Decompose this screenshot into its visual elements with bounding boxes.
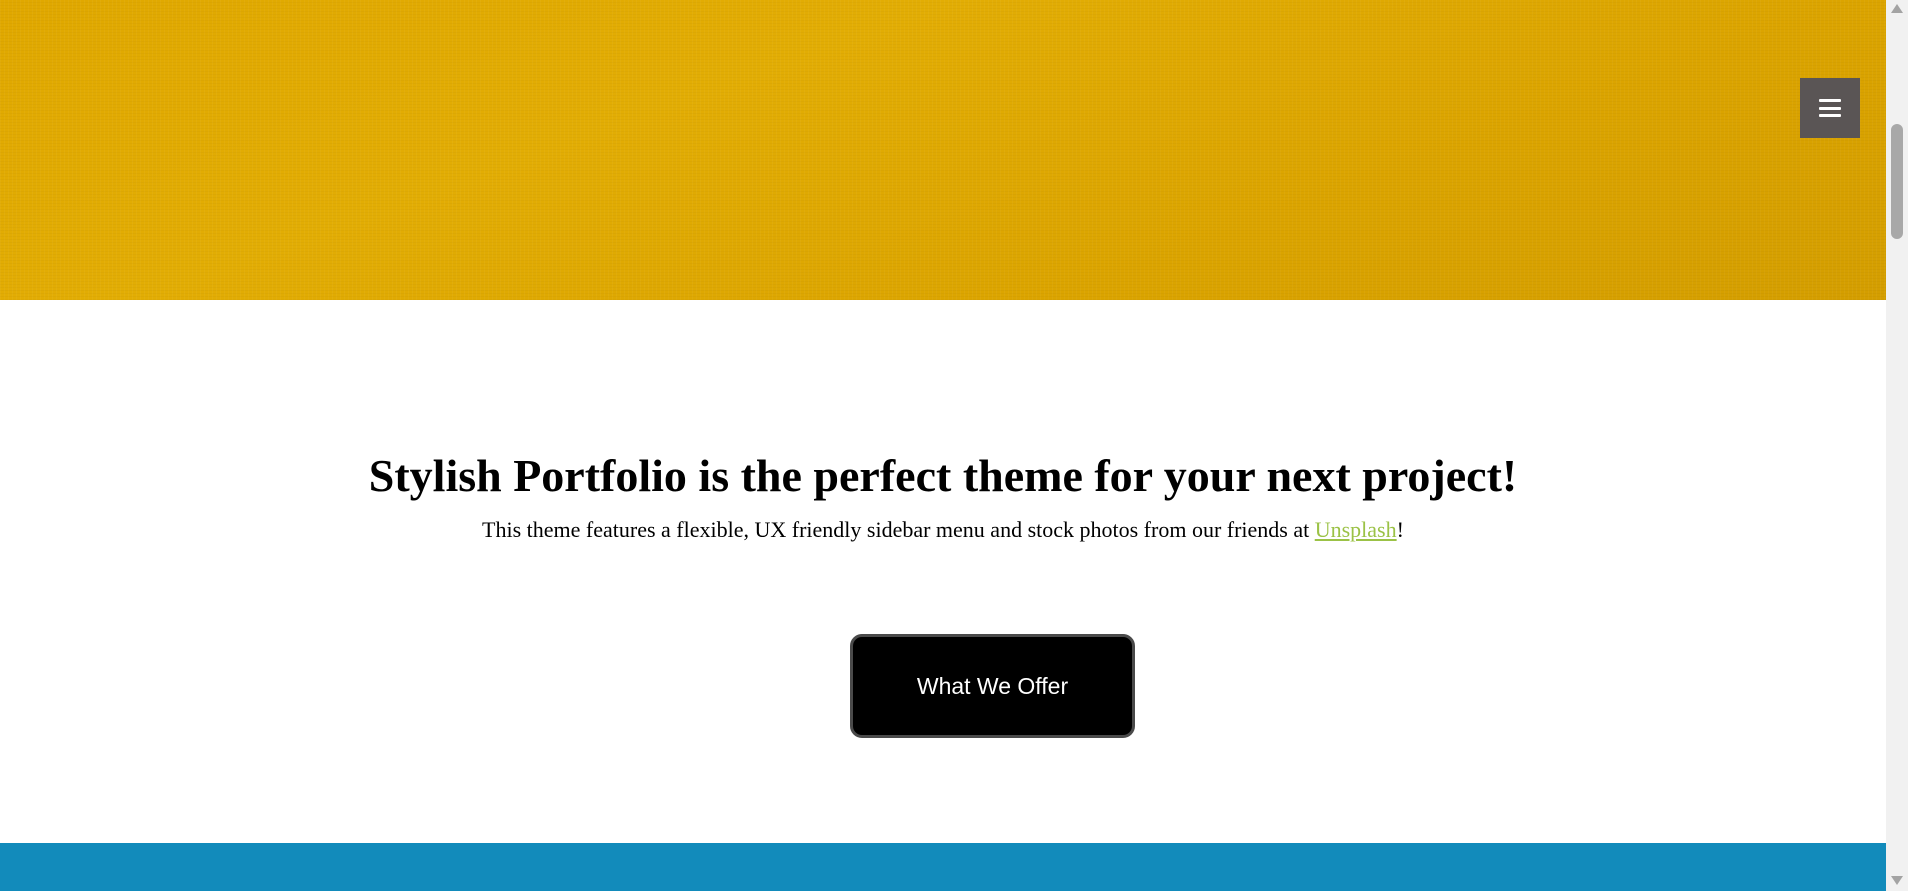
- about-lead-text: This theme features a flexible, UX frien…: [0, 514, 1886, 546]
- about-lead-text-start: This theme features a flexible, UX frien…: [482, 517, 1315, 542]
- hero-background-image: [0, 0, 1886, 300]
- about-section: Stylish Portfolio is the perfect theme f…: [0, 300, 1886, 843]
- vertical-scrollbar[interactable]: [1886, 0, 1908, 891]
- scrollbar-thumb[interactable]: [1891, 124, 1903, 239]
- page: Stylish Portfolio is the perfect theme f…: [0, 0, 1908, 891]
- scroll-down-arrow-icon[interactable]: [1891, 876, 1903, 885]
- about-lead-text-end: !: [1396, 517, 1404, 542]
- hamburger-menu-icon: [1819, 99, 1841, 117]
- services-section-band: [0, 843, 1886, 891]
- about-heading: Stylish Portfolio is the perfect theme f…: [368, 450, 1518, 501]
- scroll-up-arrow-icon[interactable]: [1891, 4, 1903, 13]
- page-content: Stylish Portfolio is the perfect theme f…: [0, 0, 1886, 891]
- menu-toggle-button[interactable]: [1800, 78, 1860, 138]
- what-we-offer-button[interactable]: What We Offer: [850, 634, 1135, 738]
- unsplash-link[interactable]: Unsplash: [1315, 517, 1397, 542]
